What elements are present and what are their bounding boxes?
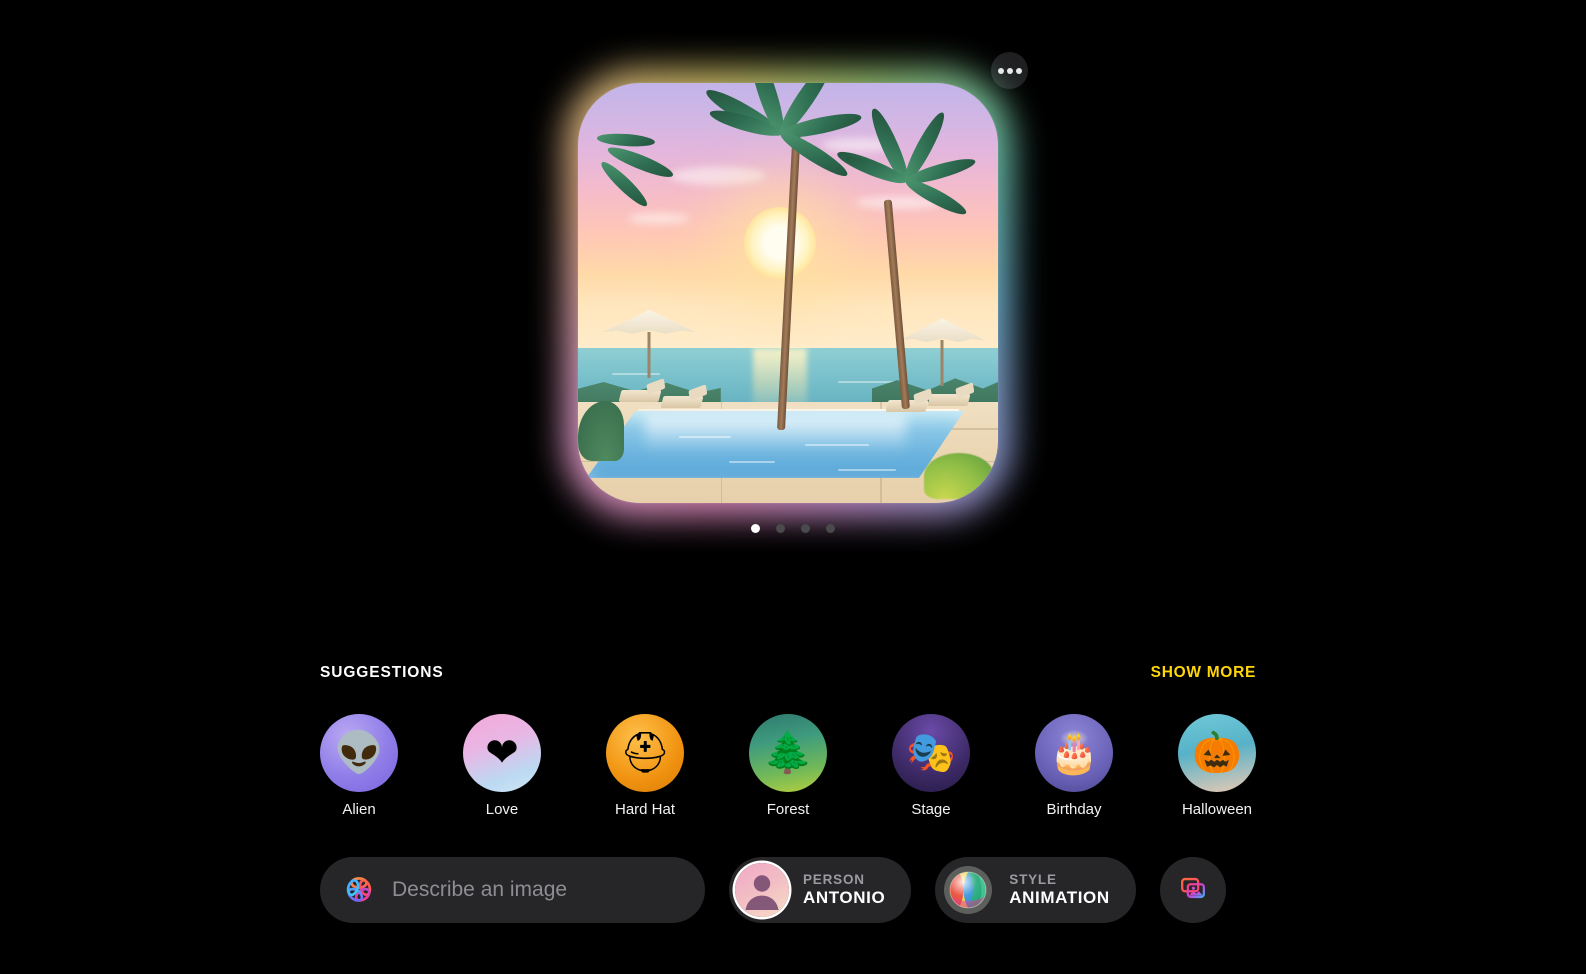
photo-library-icon bbox=[1177, 872, 1209, 909]
wave bbox=[611, 372, 660, 375]
pool-wave bbox=[678, 435, 731, 438]
composer-bar: Describe an image PERSON ANTONIO STYLE A… bbox=[320, 857, 1256, 923]
person-text: PERSON ANTONIO bbox=[803, 872, 885, 908]
lounge-chair bbox=[618, 389, 662, 402]
generated-image-card[interactable] bbox=[564, 69, 1012, 517]
page-indicator bbox=[0, 524, 1586, 533]
stage-icon: 🎭 bbox=[892, 714, 970, 792]
show-more-button[interactable]: SHOW MORE bbox=[1151, 664, 1256, 682]
style-sphere-icon bbox=[941, 863, 995, 917]
suggestions-list: 👽 Alien ❤ Love ⛑ Hard Hat 🌲 Forest 🎭 Stage 🎂 Birthd… bbox=[320, 714, 1256, 818]
ellipsis-icon bbox=[1006, 67, 1013, 74]
suggestion-chip[interactable]: 🎂 Birthday bbox=[1035, 714, 1113, 818]
suggestion-chip-label: Love bbox=[485, 801, 519, 818]
suggestion-chip[interactable]: 🎃 Halloween bbox=[1178, 714, 1256, 818]
style-key: STYLE bbox=[1009, 872, 1057, 887]
photo-library-button[interactable] bbox=[1159, 857, 1226, 923]
halloween-icon: 🎃 bbox=[1178, 714, 1256, 792]
forest-icon: 🌲 bbox=[749, 714, 827, 792]
palm-tree bbox=[831, 105, 981, 409]
style-value: ANIMATION bbox=[1009, 888, 1110, 907]
person-value: ANTONIO bbox=[803, 888, 886, 907]
suggestion-chip-label: Alien bbox=[342, 801, 376, 818]
pool-wave bbox=[804, 444, 869, 447]
image-playground-screen: SUGGESTIONS SHOW MORE 👽 Alien ❤ Love ⛑ Hard H… bbox=[0, 0, 1586, 974]
page-dot[interactable] bbox=[776, 524, 785, 533]
generated-image[interactable] bbox=[578, 83, 998, 503]
page-dot[interactable] bbox=[801, 524, 810, 533]
suggestion-chip-label: Hard Hat bbox=[614, 801, 676, 818]
pool-wave bbox=[729, 461, 776, 463]
describe-image-input[interactable]: Describe an image bbox=[320, 857, 705, 923]
suggestion-chip[interactable]: 🎭 Stage bbox=[892, 714, 970, 818]
foliage-right bbox=[923, 452, 994, 499]
alien-icon: 👽 bbox=[320, 714, 398, 792]
birthday-icon: 🎂 bbox=[1035, 714, 1113, 792]
heart-icon: ❤ bbox=[463, 714, 541, 792]
suggestion-chip[interactable]: ⛑ Hard Hat bbox=[606, 714, 684, 818]
palm-tree bbox=[586, 125, 696, 245]
suggestion-chip-label: Forest bbox=[766, 801, 810, 818]
suggestion-chip-label: Stage bbox=[911, 801, 951, 818]
image-playground-icon bbox=[342, 873, 376, 907]
page-dot[interactable] bbox=[826, 524, 835, 533]
describe-image-placeholder: Describe an image bbox=[392, 878, 568, 901]
page-dot[interactable] bbox=[751, 524, 760, 533]
style-text: STYLE ANIMATION bbox=[1009, 872, 1109, 908]
person-avatar-icon bbox=[735, 863, 789, 917]
style-selector[interactable]: STYLE ANIMATION bbox=[935, 857, 1136, 923]
suggestions-title: SUGGESTIONS bbox=[320, 664, 444, 681]
suggestion-chip-label: Halloween bbox=[1181, 801, 1253, 818]
suggestion-chip[interactable]: 🌲 Forest bbox=[749, 714, 827, 818]
ellipsis-icon bbox=[997, 67, 1004, 74]
suggestions-header: SUGGESTIONS SHOW MORE bbox=[320, 664, 1256, 682]
suggestion-chip-label: Birthday bbox=[1046, 801, 1102, 818]
ellipsis-icon bbox=[1015, 67, 1022, 74]
suggestion-chip[interactable]: 👽 Alien bbox=[320, 714, 398, 818]
person-selector[interactable]: PERSON ANTONIO bbox=[729, 857, 912, 923]
suggestion-chip[interactable]: ❤ Love bbox=[463, 714, 541, 818]
person-key: PERSON bbox=[803, 872, 865, 887]
hard-hat-icon: ⛑ bbox=[606, 714, 684, 792]
image-scene bbox=[578, 83, 998, 503]
